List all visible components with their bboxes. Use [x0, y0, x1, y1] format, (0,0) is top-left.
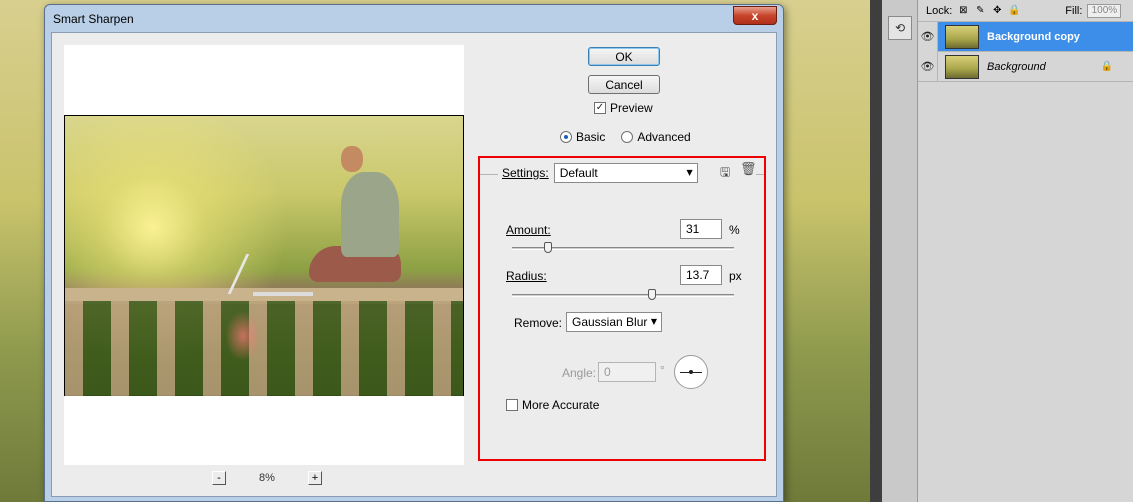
zoom-level: 8% — [259, 472, 275, 484]
settings-label: Settings: — [502, 166, 549, 180]
close-button[interactable]: x — [733, 6, 777, 25]
zoom-controls: - 8% + — [212, 470, 322, 486]
remove-value: Gaussian Blur — [572, 315, 648, 329]
preview-checkbox[interactable]: ✓ — [594, 102, 606, 114]
amount-slider-thumb[interactable] — [544, 242, 552, 253]
history-icon[interactable]: ⟲ — [888, 16, 912, 40]
lock-all-icon[interactable]: 🔒 — [1008, 5, 1020, 17]
layer-name: Background copy — [987, 30, 1080, 43]
save-settings-icon[interactable]: 🖫 — [720, 163, 730, 184]
ok-button[interactable]: OK — [588, 47, 660, 66]
angle-input[interactable]: 0 — [598, 362, 656, 382]
lock-transparent-icon[interactable]: ⊠ — [957, 5, 969, 17]
lock-label: Lock: — [926, 4, 953, 17]
remove-dropdown[interactable]: Gaussian Blur ▼ — [566, 312, 662, 332]
cancel-button[interactable]: Cancel — [588, 75, 660, 94]
dialog-body: - 8% + OK Cancel ✓ Preview Basic Advance… — [51, 32, 777, 497]
layer-lock-icon: 🔒 — [1100, 61, 1113, 72]
eye-icon[interactable]: 👁 — [918, 21, 938, 52]
angle-unit: ° — [660, 363, 665, 377]
smart-sharpen-dialog: Smart Sharpen x - 8% + OK Cancel ✓ Previ… — [44, 4, 784, 502]
more-accurate-row[interactable]: More Accurate — [506, 398, 599, 412]
fill-input[interactable]: 100% — [1087, 3, 1122, 18]
mode-radio-group: Basic Advanced — [560, 130, 691, 144]
radius-input[interactable]: 13.7 — [680, 265, 722, 285]
basic-radio[interactable] — [560, 131, 572, 143]
panel-divider — [870, 0, 882, 502]
radius-slider-track[interactable] — [512, 294, 734, 297]
preview-image[interactable] — [64, 115, 464, 396]
fill-label: Fill: — [1065, 4, 1083, 17]
remove-label: Remove: — [514, 316, 563, 330]
lock-row: Lock: ⊠ ✎ ✥ 🔒 Fill: 100% — [918, 0, 1133, 22]
lock-move-icon[interactable]: ✥ — [991, 5, 1003, 17]
preview-label: Preview — [610, 101, 653, 115]
radius-label: Radius: — [506, 269, 547, 283]
layer-thumbnail — [945, 54, 979, 79]
layer-row-background-copy[interactable]: 👁 Background copy — [918, 21, 1133, 52]
panel-tool-strip: ⟲ — [882, 0, 918, 502]
amount-input[interactable]: 31 — [680, 219, 722, 239]
settings-dropdown[interactable]: Default ▼ — [553, 163, 698, 183]
settings-row: Settings: Default ▼ — [502, 163, 698, 183]
zoom-in-button[interactable]: + — [308, 471, 322, 485]
lock-brush-icon[interactable]: ✎ — [974, 5, 986, 17]
radius-slider-thumb[interactable] — [648, 289, 656, 300]
settings-value: Default — [559, 166, 598, 180]
angle-dial-icon[interactable] — [674, 355, 708, 389]
trash-icon[interactable]: 🗑 — [740, 162, 757, 177]
advanced-radio[interactable] — [621, 131, 634, 143]
layer-thumbnail — [945, 24, 979, 49]
chevron-down-icon: ▼ — [686, 168, 693, 177]
zoom-out-button[interactable]: - — [212, 471, 226, 485]
amount-label: Amount: — [506, 223, 551, 237]
layer-name: Background — [987, 60, 1046, 73]
amount-unit: % — [729, 223, 740, 237]
basic-label: Basic — [576, 130, 606, 144]
eye-icon[interactable]: 👁 — [918, 51, 938, 82]
dialog-title: Smart Sharpen — [53, 12, 134, 26]
dialog-titlebar[interactable]: Smart Sharpen x — [45, 5, 783, 33]
more-accurate-label: More Accurate — [522, 398, 600, 412]
angle-label: Angle: — [562, 366, 597, 380]
more-accurate-checkbox[interactable] — [506, 399, 518, 411]
chevron-down-icon: ▼ — [650, 317, 657, 326]
layers-panel: Lock: ⊠ ✎ ✥ 🔒 Fill: 100% 👁 Background co… — [918, 0, 1133, 502]
preview-area[interactable] — [64, 45, 464, 465]
settings-panel: Settings: Default ▼ 🖫 🗑 Amount: 31 % Rad… — [478, 156, 766, 461]
preview-checkbox-row[interactable]: ✓ Preview — [594, 101, 653, 115]
person-figure — [309, 146, 417, 296]
advanced-label: Advanced — [637, 130, 691, 144]
radius-unit: px — [729, 269, 742, 283]
layer-row-background[interactable]: 👁 Background 🔒 — [918, 51, 1133, 82]
